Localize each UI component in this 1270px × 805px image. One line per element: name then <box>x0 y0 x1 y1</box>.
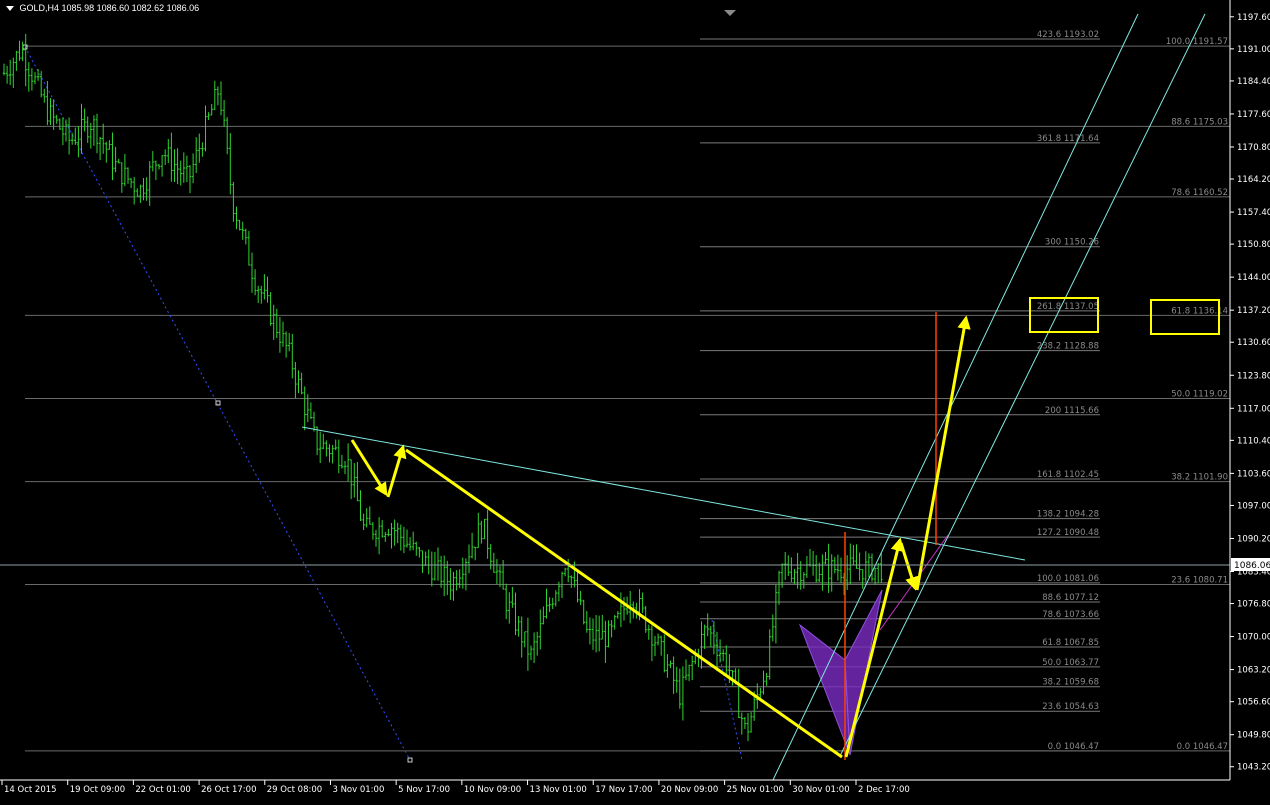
price-tick-label: 1130.60 <box>1237 338 1270 348</box>
fib-extension-label: 23.6 1054.63 <box>1042 702 1099 712</box>
symbol-label: GOLD,H4 <box>19 3 60 13</box>
time-tick-label: 2 Dec 17:00 <box>858 785 910 795</box>
time-tick-label: 5 Nov 17:00 <box>398 785 450 795</box>
price-tick-label: 1049.80 <box>1237 731 1270 741</box>
price-tick-label: 1063.20 <box>1237 666 1270 676</box>
time-tick-label: 26 Oct 17:00 <box>201 785 256 795</box>
time-tick-label: 20 Nov 09:00 <box>661 785 718 795</box>
fib-retracement-label: 100.0 1191.57 <box>1166 37 1228 47</box>
time-tick-label: 25 Nov 01:00 <box>727 785 784 795</box>
fib-extension-label: 50.0 1063.77 <box>1042 658 1099 668</box>
fib-retracement-label: 78.6 1160.52 <box>1171 188 1228 198</box>
price-tick-label: 1103.60 <box>1237 469 1270 479</box>
price-tick-label: 1123.80 <box>1237 371 1270 381</box>
price-tick-label: 1076.80 <box>1237 600 1270 610</box>
chart-header: GOLD,H4 1085.98 1086.60 1082.62 1086.06 <box>6 3 199 13</box>
chart-canvas[interactable]: 423.6 1193.02361.8 1171.64300 1150.26261… <box>0 0 1270 800</box>
fib-extension-label: 161.8 1102.45 <box>1037 470 1099 480</box>
fib-extension-label: 138.2 1094.28 <box>1037 510 1099 520</box>
price-tick-label: 1170.80 <box>1237 143 1270 153</box>
time-tick-label: 3 Nov 01:00 <box>332 785 384 795</box>
price-tick-label: 1097.00 <box>1237 501 1270 511</box>
fib-retracement-label: 38.2 1101.90 <box>1171 473 1228 483</box>
price-tick-label: 1150.80 <box>1237 240 1270 250</box>
time-tick-label: 17 Nov 17:00 <box>595 785 652 795</box>
fib-extension-label: 38.2 1059.68 <box>1042 678 1099 688</box>
price-tick-label: 1117.00 <box>1237 404 1270 414</box>
fib-extension-label: 61.8 1067.85 <box>1042 638 1099 648</box>
fib-extension-label: 261.8 1137.05 <box>1037 302 1099 312</box>
price-tick-label: 1197.60 <box>1237 13 1270 23</box>
fib-extension-label: 361.8 1171.64 <box>1037 134 1099 144</box>
svg-text:1086.06: 1086.06 <box>1234 561 1270 571</box>
ohlc-values: 1085.98 1086.60 1082.62 1086.06 <box>61 3 200 13</box>
price-tick-label: 1070.00 <box>1237 633 1270 643</box>
time-tick-label: 30 Nov 01:00 <box>792 785 849 795</box>
current-price-tag: 1086.06 <box>1231 558 1270 571</box>
price-tick-label: 1177.60 <box>1237 110 1270 120</box>
price-tick-label: 1110.40 <box>1237 436 1270 446</box>
fib-extension-label: 200 1115.66 <box>1045 406 1099 416</box>
time-tick-label: 22 Oct 01:00 <box>135 785 190 795</box>
fib-extension-label: 78.6 1073.66 <box>1042 610 1099 620</box>
fib-extension-label: 423.6 1193.02 <box>1037 30 1099 40</box>
price-chart[interactable]: 423.6 1193.02 361.8 1171.64 300 1150.26 261… <box>0 0 1270 800</box>
fib-extension-label: 238.2 1128.88 <box>1037 342 1099 352</box>
price-tick-label: 1137.20 <box>1237 306 1270 316</box>
time-tick-label: 29 Oct 08:00 <box>267 785 322 795</box>
fib-retracement-label: 50.0 1119.02 <box>1171 389 1228 399</box>
fib-retracement-label: 0.0 1046.47 <box>1177 742 1228 752</box>
fib-extension-label: 88.6 1077.12 <box>1042 593 1099 603</box>
fib-retracement-label: 88.6 1175.03 <box>1171 117 1228 127</box>
price-tick-label: 1164.20 <box>1237 175 1270 185</box>
price-tick-label: 1157.40 <box>1237 208 1270 218</box>
time-tick-label: 13 Nov 01:00 <box>530 785 587 795</box>
fib-extension-label: 100.0 1081.06 <box>1037 574 1099 584</box>
price-tick-label: 1191.00 <box>1237 45 1270 55</box>
chevron-down-icon[interactable] <box>6 6 14 12</box>
price-tick-label: 1090.20 <box>1237 534 1270 544</box>
time-tick-label: 10 Nov 09:00 <box>464 785 521 795</box>
price-tick-label: 1184.40 <box>1237 77 1270 87</box>
time-tick-label: 14 Oct 2015 <box>4 785 57 795</box>
price-tick-label: 1056.60 <box>1237 698 1270 708</box>
fib-retracement-label: 23.6 1080.71 <box>1171 576 1228 586</box>
price-tick-label: 1144.00 <box>1237 273 1270 283</box>
time-tick-label: 19 Oct 09:00 <box>70 785 125 795</box>
price-tick-label: 1043.20 <box>1237 763 1270 773</box>
fib-extension-label: 127.2 1090.48 <box>1037 528 1099 538</box>
